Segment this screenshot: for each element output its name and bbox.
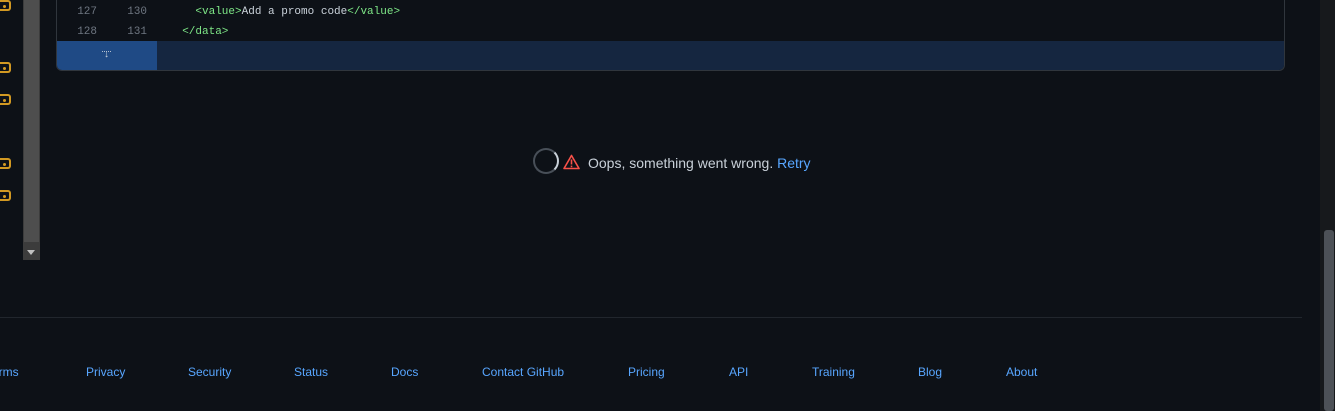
loading-spinner-icon: [533, 148, 559, 174]
scrollbar-thumb[interactable]: [1324, 230, 1334, 411]
old-line-number[interactable]: 127: [67, 2, 97, 22]
footer-link-blog[interactable]: Blog: [918, 364, 942, 380]
scroll-down-arrow-icon[interactable]: [27, 250, 35, 255]
footer-link-status[interactable]: Status: [294, 364, 328, 380]
scrollbar-thumb[interactable]: [24, 0, 39, 242]
new-line-number[interactable]: 131: [117, 22, 147, 42]
page-scrollbar[interactable]: [1320, 0, 1335, 411]
error-text: Oops, something went wrong.: [588, 155, 774, 171]
retry-link[interactable]: Retry: [777, 155, 810, 171]
footer-link-training[interactable]: Training: [812, 364, 855, 380]
annotation-marker-icon[interactable]: [0, 94, 11, 105]
footer-link-pricing[interactable]: Pricing: [628, 364, 665, 380]
code-content: <value>Add a promo code</value>: [195, 6, 401, 18]
footer-link-security[interactable]: Security: [188, 364, 231, 380]
footer-divider: [0, 317, 1302, 318]
new-line-number[interactable]: 130: [117, 2, 147, 22]
footer-link-terms[interactable]: Terms: [0, 364, 19, 380]
file-tree-scrollbar[interactable]: [23, 0, 40, 260]
footer-link-docs[interactable]: Docs: [391, 364, 418, 380]
footer-link-contact[interactable]: Contact GitHub: [482, 364, 564, 380]
error-message: Oops, something went wrong. Retry: [588, 154, 811, 172]
arrow-down-icon: ↓: [104, 49, 109, 60]
annotation-marker-icon[interactable]: [0, 158, 11, 169]
annotation-marker-icon[interactable]: [0, 0, 11, 11]
expand-down-button[interactable]: ····· ↓: [57, 41, 157, 70]
code-content: </data>: [182, 26, 229, 38]
diff-line: 128 131 </data>: [57, 22, 1284, 42]
diff-view: 127 130 <value>Add a promo code</value> …: [56, 0, 1285, 71]
footer-link-privacy[interactable]: Privacy: [86, 364, 125, 380]
annotation-marker-icon[interactable]: [0, 62, 11, 73]
old-line-number[interactable]: 128: [67, 22, 97, 42]
expand-row: ····· ↓: [57, 41, 1284, 70]
annotation-marker-icon[interactable]: [0, 190, 11, 201]
alert-icon: [563, 154, 580, 170]
diff-line: 127 130 <value>Add a promo code</value>: [57, 2, 1284, 22]
footer-link-about[interactable]: About: [1006, 364, 1037, 380]
footer-link-api[interactable]: API: [729, 364, 748, 380]
